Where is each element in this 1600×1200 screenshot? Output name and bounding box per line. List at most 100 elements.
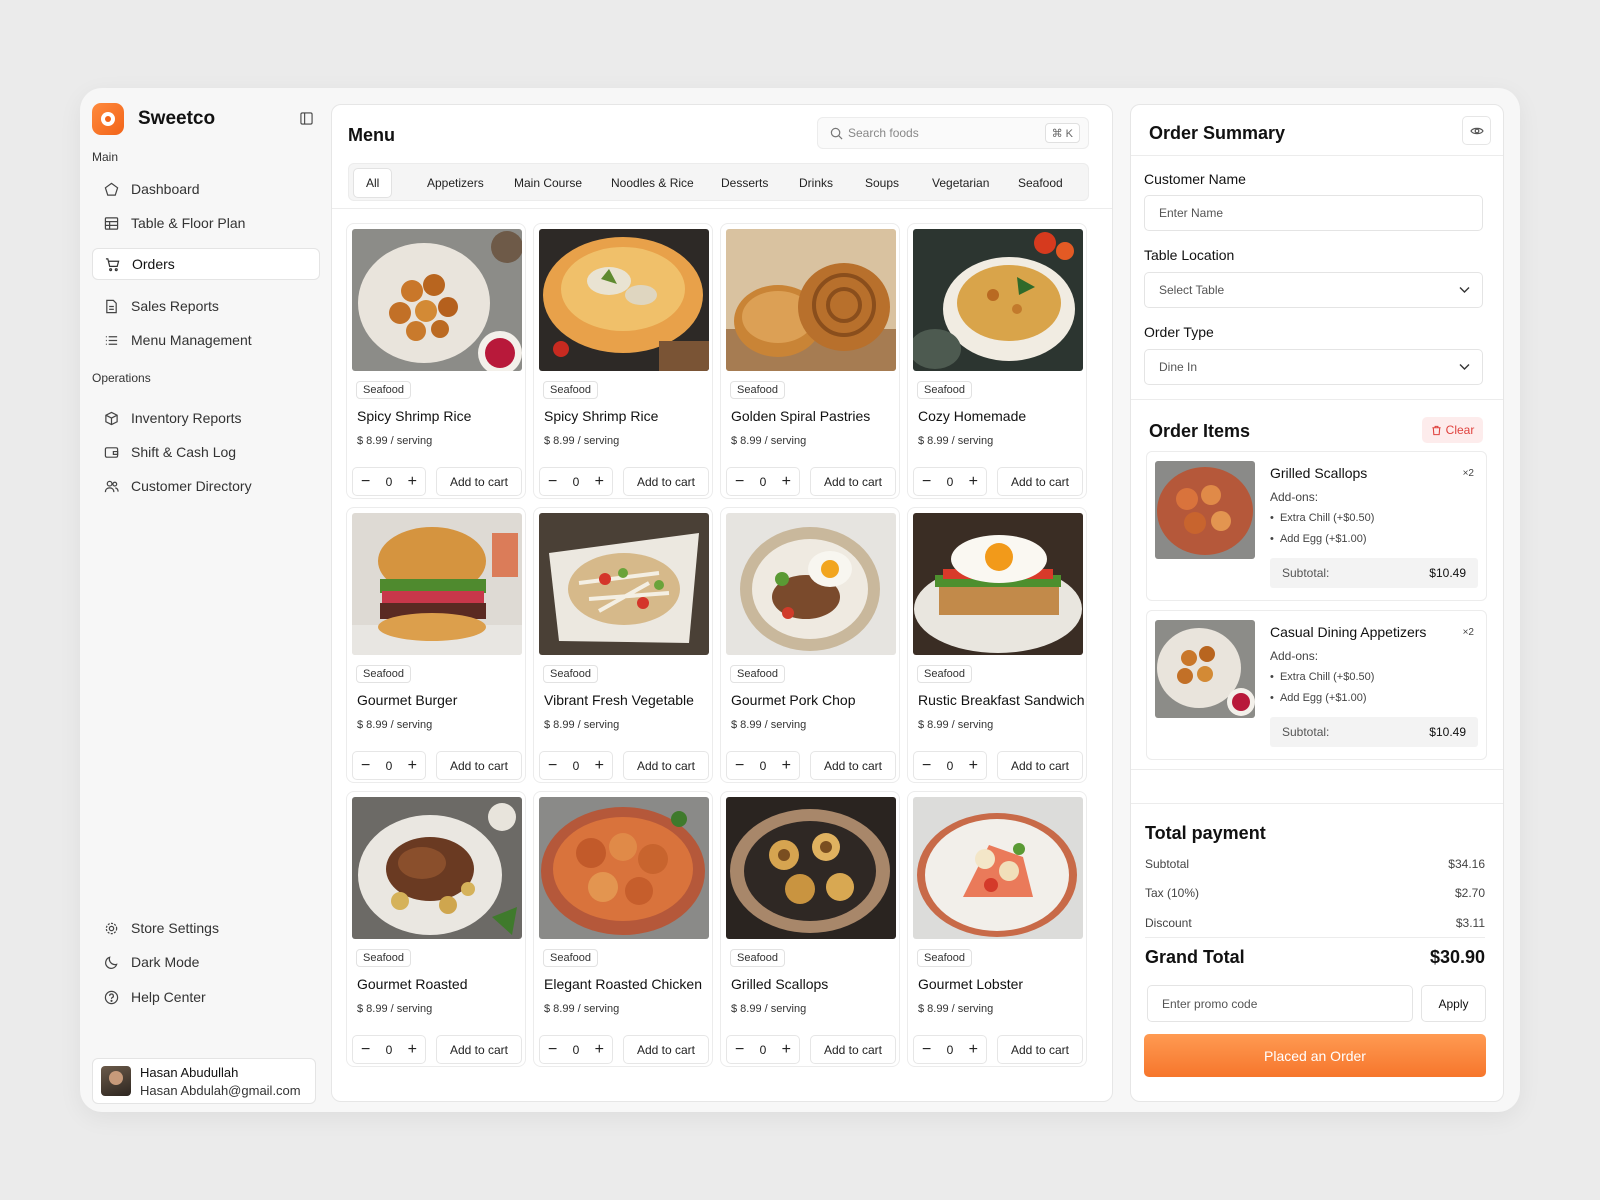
plus-button[interactable]: + xyxy=(595,757,604,774)
clear-button[interactable]: Clear xyxy=(1422,417,1483,443)
order-item[interactable]: Casual Dining Appetizers ×2 Add-ons: • E… xyxy=(1146,610,1487,760)
tab-seafood[interactable]: Seafood xyxy=(1018,168,1063,198)
add-to-cart-button[interactable]: Add to cart xyxy=(997,751,1083,780)
order-item[interactable]: Grilled Scallops ×2 Add-ons: • Extra Chi… xyxy=(1146,451,1487,601)
add-to-cart-button[interactable]: Add to cart xyxy=(436,751,522,780)
menu-card[interactable]: Seafood Gourmet Pork Chop $ 8.99 / servi… xyxy=(720,507,900,783)
plus-button[interactable]: + xyxy=(782,473,791,490)
menu-card[interactable]: Seafood Cozy Homemade $ 8.99 / serving −… xyxy=(907,223,1087,499)
food-name: Cozy Homemade xyxy=(918,408,1027,424)
minus-button[interactable]: − xyxy=(361,473,370,490)
add-to-cart-button[interactable]: Add to cart xyxy=(997,467,1083,496)
minus-button[interactable]: − xyxy=(735,1041,744,1058)
subtotal-label: Subtotal: xyxy=(1282,566,1330,580)
minus-button[interactable]: − xyxy=(548,1041,557,1058)
sidebar-item-shift-cash-log[interactable]: Shift & Cash Log xyxy=(92,436,320,468)
menu-card[interactable]: Seafood Grilled Scallops $ 8.99 / servin… xyxy=(720,791,900,1067)
plus-button[interactable]: + xyxy=(408,473,417,490)
sidebar-item-orders[interactable]: Orders xyxy=(92,248,320,280)
menu-card[interactable]: Seafood Gourmet Burger $ 8.99 / serving … xyxy=(346,507,526,783)
minus-button[interactable]: − xyxy=(735,757,744,774)
sidebar-item-inventory-reports[interactable]: Inventory Reports xyxy=(92,402,320,434)
minus-button[interactable]: − xyxy=(548,473,557,490)
customer-name-input[interactable]: Enter Name xyxy=(1144,195,1483,231)
user-profile-card[interactable]: Hasan Abudullah Hasan Abdulah@gmail.com xyxy=(92,1058,316,1104)
quantity-stepper: −0 + xyxy=(539,467,613,496)
box-icon xyxy=(105,411,118,425)
search-input[interactable]: Search foods ⌘ K xyxy=(817,117,1089,149)
add-to-cart-button[interactable]: Add to cart xyxy=(436,467,522,496)
add-to-cart-button[interactable]: Add to cart xyxy=(623,467,709,496)
quantity-stepper: −0 + xyxy=(913,467,987,496)
minus-button[interactable]: − xyxy=(361,1041,370,1058)
minus-button[interactable]: − xyxy=(735,473,744,490)
sidebar-item-help-center[interactable]: Help Center xyxy=(92,981,320,1013)
sidebar-item-dashboard[interactable]: Dashboard xyxy=(92,173,320,205)
menu-card[interactable]: Seafood Rustic Breakfast Sandwich $ 8.99… xyxy=(907,507,1087,783)
tab-appetizers[interactable]: Appetizers xyxy=(427,168,484,198)
menu-card[interactable]: Seafood Gourmet Roasted $ 8.99 / serving… xyxy=(346,791,526,1067)
addon-line: • Extra Chill (+$0.50) xyxy=(1270,512,1375,524)
sidebar-item-menu-management[interactable]: Menu Management xyxy=(92,324,320,356)
plus-button[interactable]: + xyxy=(595,1041,604,1058)
sidebar-item-store-settings[interactable]: Store Settings xyxy=(92,912,320,944)
add-to-cart-button[interactable]: Add to cart xyxy=(810,467,896,496)
plus-button[interactable]: + xyxy=(408,757,417,774)
menu-panel: Menu Search foods ⌘ K All Appetizers Mai… xyxy=(331,104,1113,1102)
menu-card[interactable]: Seafood Spicy Shrimp Rice $ 8.99 / servi… xyxy=(346,223,526,499)
menu-card[interactable]: Seafood Elegant Roasted Chicken $ 8.99 /… xyxy=(533,791,713,1067)
apply-button[interactable]: Apply xyxy=(1421,985,1486,1022)
food-image xyxy=(726,513,896,655)
plus-button[interactable]: + xyxy=(595,473,604,490)
tab-noodles-rice[interactable]: Noodles & Rice xyxy=(611,168,694,198)
add-to-cart-button[interactable]: Add to cart xyxy=(623,751,709,780)
menu-card[interactable]: Seafood Spicy Shrimp Rice $ 8.99 / servi… xyxy=(533,223,713,499)
plus-button[interactable]: + xyxy=(782,1041,791,1058)
sidebar-item-label: Help Center xyxy=(131,989,206,1005)
place-order-button[interactable]: Placed an Order xyxy=(1144,1034,1486,1077)
tab-main-course[interactable]: Main Course xyxy=(514,168,582,198)
tab-desserts[interactable]: Desserts xyxy=(721,168,768,198)
preview-button[interactable] xyxy=(1462,116,1491,145)
add-to-cart-button[interactable]: Add to cart xyxy=(810,1035,896,1064)
tab-drinks[interactable]: Drinks xyxy=(799,168,833,198)
minus-button[interactable]: − xyxy=(922,1041,931,1058)
divider xyxy=(1131,803,1503,804)
quantity-stepper: −0 + xyxy=(352,467,426,496)
order-item-subtotal: Subtotal: $10.49 xyxy=(1270,717,1478,747)
add-to-cart-button[interactable]: Add to cart xyxy=(997,1035,1083,1064)
order-type-select[interactable]: Dine In xyxy=(1144,349,1483,385)
plus-button[interactable]: + xyxy=(969,1041,978,1058)
plus-button[interactable]: + xyxy=(969,757,978,774)
add-to-cart-button[interactable]: Add to cart xyxy=(810,751,896,780)
sidebar-collapse-icon[interactable] xyxy=(300,112,313,125)
minus-button[interactable]: − xyxy=(922,757,931,774)
add-to-cart-button[interactable]: Add to cart xyxy=(436,1035,522,1064)
pentagon-icon xyxy=(104,182,119,196)
grand-total-label: Grand Total xyxy=(1145,947,1245,967)
menu-card[interactable]: Seafood Gourmet Lobster $ 8.99 / serving… xyxy=(907,791,1087,1067)
menu-card[interactable]: Seafood Golden Spiral Pastries $ 8.99 / … xyxy=(720,223,900,499)
food-price: $ 8.99 / serving xyxy=(544,435,620,447)
plus-button[interactable]: + xyxy=(969,473,978,490)
minus-button[interactable]: − xyxy=(922,473,931,490)
tab-vegetarian[interactable]: Vegetarian xyxy=(932,168,989,198)
quantity-stepper: −0 + xyxy=(539,1035,613,1064)
table-location-label: Table Location xyxy=(1144,247,1235,263)
plus-button[interactable]: + xyxy=(408,1041,417,1058)
food-name: Elegant Roasted Chicken xyxy=(544,976,702,992)
sidebar-item-customer-directory[interactable]: Customer Directory xyxy=(92,470,320,502)
minus-button[interactable]: − xyxy=(361,757,370,774)
table-location-select[interactable]: Select Table xyxy=(1144,272,1483,308)
promo-code-input[interactable]: Enter promo code xyxy=(1147,985,1413,1022)
menu-card[interactable]: Seafood Vibrant Fresh Vegetable $ 8.99 /… xyxy=(533,507,713,783)
sidebar-item-sales-reports[interactable]: Sales Reports xyxy=(92,290,320,322)
sidebar-item-dark-mode[interactable]: Dark Mode xyxy=(92,946,320,978)
food-image xyxy=(352,229,522,371)
add-to-cart-button[interactable]: Add to cart xyxy=(623,1035,709,1064)
plus-button[interactable]: + xyxy=(782,757,791,774)
tab-soups[interactable]: Soups xyxy=(865,168,899,198)
minus-button[interactable]: − xyxy=(548,757,557,774)
tab-all[interactable]: All xyxy=(353,168,393,198)
sidebar-item-table-floor-plan[interactable]: Table & Floor Plan xyxy=(92,207,320,239)
